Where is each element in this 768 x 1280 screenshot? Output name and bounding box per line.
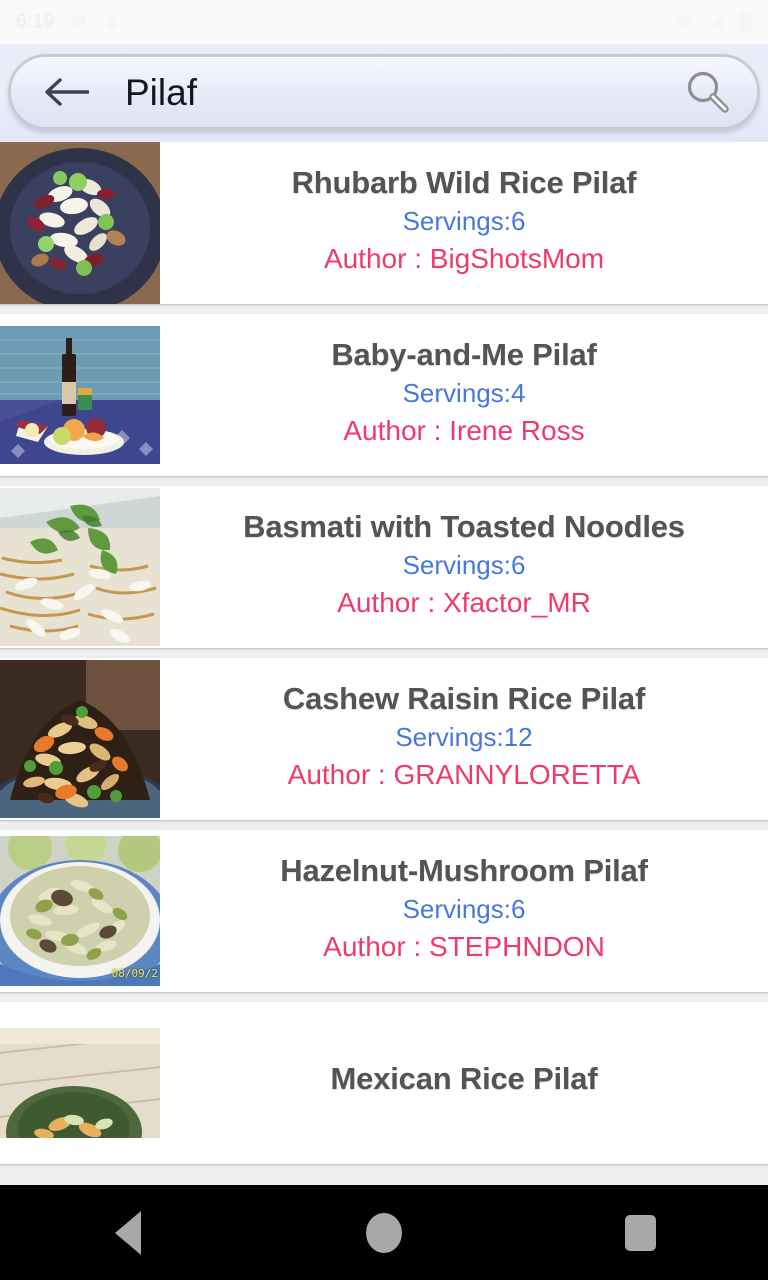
recipe-info: Cashew Raisin Rice Pilaf Servings:12 Aut…	[160, 658, 768, 820]
list-item[interactable]: Rhubarb Wild Rice Pilaf Servings:6 Autho…	[0, 142, 768, 304]
recipe-thumbnail	[0, 488, 160, 646]
recipe-info: Baby-and-Me Pilaf Servings:4 Author : Ir…	[160, 314, 768, 476]
recipe-servings: Servings:12	[395, 721, 533, 752]
back-arrow-icon[interactable]	[41, 67, 91, 117]
nav-back-button[interactable]	[68, 1185, 188, 1280]
recipe-author: Author : STEPHNDON	[323, 930, 605, 962]
battery-saver-icon	[103, 12, 121, 32]
recipe-thumbnail	[0, 326, 160, 464]
nav-recents-button[interactable]	[580, 1185, 700, 1280]
search-bar[interactable]: Pilaf	[8, 54, 760, 130]
recents-square-icon	[624, 1214, 656, 1251]
recipe-thumbnail	[0, 142, 160, 304]
photo-timestamp: 08/09/2	[111, 967, 158, 980]
recipe-title: Baby-and-Me Pilaf	[331, 337, 597, 373]
android-nav-bar	[0, 1185, 768, 1280]
recipe-servings: Servings:6	[402, 549, 526, 580]
recipe-title: Rhubarb Wild Rice Pilaf	[291, 165, 637, 201]
recipe-thumbnail	[0, 1028, 160, 1138]
signal-icon	[706, 13, 726, 31]
recipe-info: Hazelnut-Mushroom Pilaf Servings:6 Autho…	[160, 830, 768, 992]
recipe-servings: Servings:4	[402, 377, 526, 408]
list-item[interactable]: Cashew Raisin Rice Pilaf Servings:12 Aut…	[0, 658, 768, 820]
list-item[interactable]: 08/09/2 Hazelnut-Mushroom Pilaf Servings…	[0, 830, 768, 992]
recipe-list[interactable]: Rhubarb Wild Rice Pilaf Servings:6 Autho…	[0, 142, 768, 1185]
recipe-title: Mexican Rice Pilaf	[330, 1061, 598, 1097]
status-bar: 6:19	[0, 0, 768, 44]
back-triangle-icon	[115, 1210, 141, 1255]
recipe-author: Author : Irene Ross	[343, 414, 585, 446]
recipe-thumbnail: 08/09/2	[0, 836, 160, 986]
recipe-thumbnail	[0, 660, 160, 818]
recipe-servings: Servings:6	[402, 893, 526, 924]
recipe-info: Rhubarb Wild Rice Pilaf Servings:6 Autho…	[160, 142, 768, 304]
recipe-author: Author : GRANNYLORETTA	[287, 758, 641, 790]
recipe-title: Cashew Raisin Rice Pilaf	[282, 681, 646, 717]
search-icon[interactable]	[679, 64, 735, 120]
phone-screen: 6:19 Pilaf Rhubarb Wild Rice Pilaf Servi…	[0, 0, 768, 1280]
search-input[interactable]: Pilaf	[125, 74, 679, 111]
list-item[interactable]: Basmati with Toasted Noodles Servings:6 …	[0, 486, 768, 648]
recipe-info: Mexican Rice Pilaf	[160, 1002, 768, 1164]
recipe-title: Hazelnut-Mushroom Pilaf	[280, 853, 648, 889]
recipe-author: Author : BigShotsMom	[323, 242, 605, 274]
list-item[interactable]: Baby-and-Me Pilaf Servings:4 Author : Ir…	[0, 314, 768, 476]
recipe-servings: Servings:6	[402, 205, 526, 236]
recipe-author: Author : Xfactor_MR	[337, 586, 591, 618]
recipe-info: Basmati with Toasted Noodles Servings:6 …	[160, 486, 768, 648]
search-bar-container: Pilaf	[0, 44, 768, 142]
home-circle-icon	[366, 1212, 402, 1253]
wifi-icon	[672, 13, 694, 31]
list-item[interactable]: Mexican Rice Pilaf	[0, 1002, 768, 1164]
status-bar-right	[672, 11, 752, 33]
status-bar-clock: 6:19	[16, 11, 55, 32]
alarm-icon	[135, 12, 155, 32]
status-bar-left: 6:19	[16, 11, 155, 33]
recipe-title: Basmati with Toasted Noodles	[243, 509, 685, 545]
nav-home-button[interactable]	[324, 1185, 444, 1280]
battery-icon	[738, 11, 752, 33]
message-icon	[69, 12, 89, 32]
